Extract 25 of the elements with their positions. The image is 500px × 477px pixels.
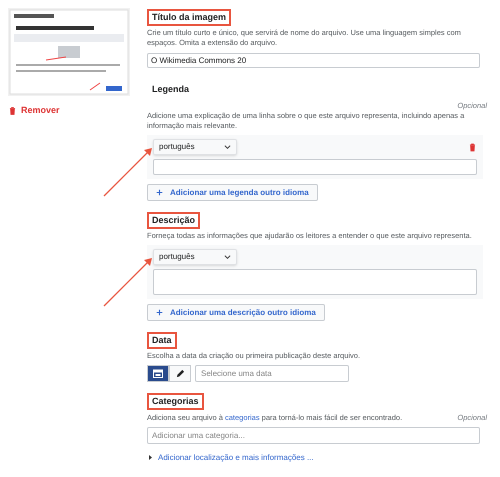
caret-icon <box>224 254 231 260</box>
caption-field[interactable] <box>153 159 477 176</box>
more-info-link[interactable]: Adicionar localização e mais informações ... <box>149 452 487 464</box>
calendar-button[interactable] <box>147 365 169 382</box>
section-title: Categorias <box>147 393 204 410</box>
add-language-button[interactable]: Adicionar uma descrição outro idioma <box>147 304 325 322</box>
plus-icon <box>156 189 163 196</box>
plus-icon <box>156 309 163 316</box>
section-title: Descrição <box>147 212 200 230</box>
pencil-icon <box>176 369 184 378</box>
category-field[interactable]: Adicionar uma categoria... <box>147 426 480 444</box>
calendar-icon <box>153 369 163 378</box>
trash-icon <box>8 104 17 117</box>
caret-icon <box>224 144 231 150</box>
date-field[interactable]: Selecione uma data <box>195 365 349 382</box>
section-title: Legenda <box>151 83 190 96</box>
expand-icon <box>149 455 152 460</box>
trash-icon[interactable] <box>468 142 477 153</box>
edit-button[interactable] <box>169 365 191 382</box>
add-language-button[interactable]: Adicionar uma legenda outro idioma <box>147 184 318 202</box>
title-field[interactable]: O Wikimedia Commons 20 <box>147 53 480 68</box>
section-title: Data <box>147 332 177 350</box>
description-field[interactable] <box>153 269 477 296</box>
remove-button[interactable]: Remover <box>8 104 60 118</box>
section-title: Título da imagem <box>147 9 232 26</box>
